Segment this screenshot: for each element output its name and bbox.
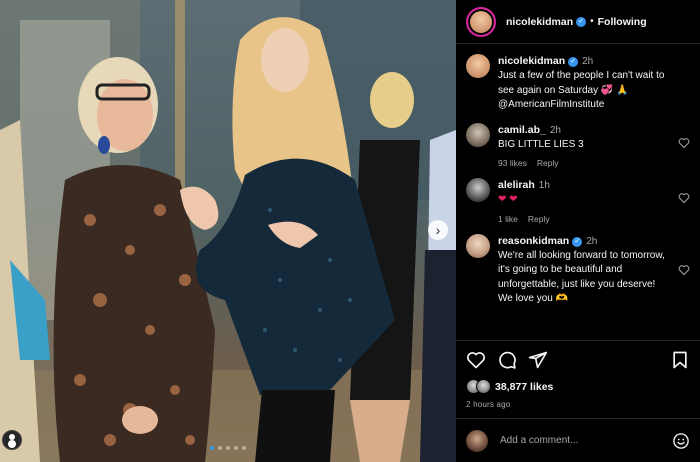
- add-comment-bar: Add a comment...: [456, 418, 700, 462]
- carousel-dot: [242, 446, 246, 450]
- verified-icon: ✓: [576, 16, 587, 27]
- comment-text: BIG LITTLE LIES 3: [498, 138, 584, 150]
- carousel-dot: [234, 446, 238, 450]
- verified-icon: ✓: [572, 236, 583, 247]
- carousel-dot: [226, 446, 230, 450]
- comment-item: camil.ab_ 2h BIG LITTLE LIES 3 93 likes Re…: [466, 122, 690, 168]
- tag-person-icon[interactable]: [2, 430, 22, 450]
- post-actions: 38,877 likes 2 hours ago: [456, 340, 700, 409]
- comments-list[interactable]: nicolekidman ✓ 2h Just a few of the people…: [456, 44, 700, 340]
- post-photo[interactable]: ›: [0, 0, 456, 462]
- likes-count[interactable]: 38,877 likes: [495, 381, 553, 393]
- photo-illustration: [0, 0, 456, 462]
- carousel-dots: [210, 446, 246, 450]
- heart-icon[interactable]: [466, 350, 486, 370]
- post-header: nicolekidman ✓ • Following: [456, 0, 700, 44]
- verified-icon: ✓: [568, 57, 579, 67]
- following-button[interactable]: Following: [598, 16, 647, 28]
- post-timestamp: 2 hours ago: [466, 400, 511, 409]
- carousel-dot: [218, 446, 222, 450]
- comment-text: We're all looking forward to tomorrow, i…: [498, 249, 665, 305]
- comment-likes[interactable]: 93 likes: [498, 158, 527, 168]
- bookmark-icon[interactable]: [670, 350, 690, 370]
- comment-username[interactable]: reasonkidman: [498, 235, 569, 247]
- carousel-dot: [210, 446, 214, 450]
- header-separator: •: [590, 16, 594, 27]
- emoji-icon[interactable]: [672, 432, 690, 450]
- caption-text: Just a few of the people I can't wait to…: [498, 70, 665, 110]
- reply-button[interactable]: Reply: [537, 158, 559, 168]
- author-avatar[interactable]: [466, 54, 490, 78]
- comment-item: alelirah 1h ❤ ❤ 1 like Reply: [466, 178, 690, 224]
- caption-time: 2h: [582, 56, 594, 67]
- author-avatar[interactable]: [466, 6, 496, 37]
- heart-icon[interactable]: [678, 264, 690, 276]
- commenter-avatar[interactable]: [466, 122, 490, 147]
- reply-button[interactable]: Reply: [528, 214, 550, 224]
- author-username[interactable]: nicolekidman: [506, 16, 573, 28]
- comment-item: reasonkidman ✓ 2h We're all looking forwar…: [466, 233, 690, 307]
- post-sidebar: nicolekidman ✓ • Following nicolekidman ✓…: [456, 0, 700, 462]
- caption-username[interactable]: nicolekidman: [498, 55, 565, 67]
- comment-likes[interactable]: 1 like: [498, 214, 518, 224]
- comment-icon[interactable]: [497, 350, 517, 370]
- comment-time: 2h: [586, 235, 598, 247]
- share-icon[interactable]: [528, 350, 548, 370]
- comment-username[interactable]: alelirah: [498, 179, 535, 191]
- commenter-avatar[interactable]: [466, 178, 490, 202]
- comment-username[interactable]: camil.ab_: [498, 124, 546, 136]
- comment-text: ❤ ❤: [498, 194, 518, 205]
- comment-time: 2h: [549, 124, 561, 136]
- heart-icon[interactable]: [678, 137, 690, 149]
- liker-avatar[interactable]: [476, 379, 491, 394]
- comment-time: 1h: [538, 180, 550, 191]
- caption: nicolekidman ✓ 2h Just a few of the people…: [466, 54, 690, 113]
- commenter-avatar[interactable]: [466, 233, 490, 258]
- add-comment-input[interactable]: Add a comment...: [500, 435, 672, 446]
- heart-icon[interactable]: [678, 192, 690, 204]
- viewer-avatar: [466, 429, 488, 452]
- next-arrow-icon[interactable]: ›: [428, 220, 448, 240]
